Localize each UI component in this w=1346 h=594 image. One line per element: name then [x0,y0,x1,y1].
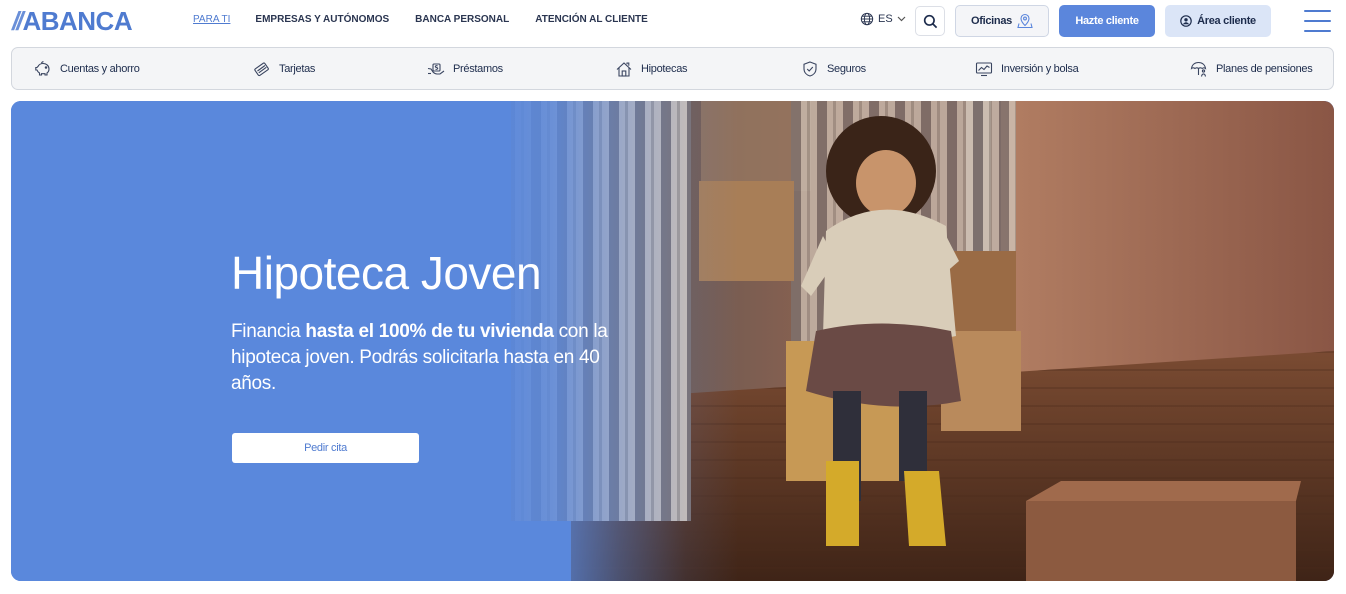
search-icon [923,14,937,28]
menu-line [1304,10,1331,12]
logo-text: ABANCA [22,5,133,36]
hero-title: Hipoteca Joven [231,247,542,299]
hero-description: Financia hasta el 100% de tu vivienda co… [231,319,611,397]
hero-text-pre: Financia [231,321,306,342]
oficinas-label: Oficinas [970,15,1012,27]
products-bar: Cuentas y ahorro Tarjetas Préstamos Hipo… [11,47,1334,90]
product-prestamos[interactable]: Préstamos [427,48,503,89]
top-header: // ABANCA PARA TI EMPRESAS Y AUTÓNOMOS B… [0,0,1346,42]
user-circle-icon [1180,15,1192,27]
hero-text-bold: hasta el 100% de tu vivienda [305,321,554,342]
product-cuentas-ahorro[interactable]: Cuentas y ahorro [34,48,140,89]
nav-para-ti[interactable]: PARA TI [193,14,230,25]
hero-banner: Hipoteca Joven Financia hasta el 100% de… [11,101,1334,581]
globe-icon [860,12,874,26]
product-label: Tarjetas [279,62,316,75]
menu-line [1304,20,1331,22]
product-label: Seguros [827,62,866,75]
area-cliente-button[interactable]: Área cliente [1165,5,1271,37]
umbrella-person-icon [1190,61,1207,77]
product-label: Hipotecas [641,62,688,75]
house-icon [616,61,632,77]
menu-line [1304,30,1331,32]
handshake-money-icon [427,62,445,75]
search-button[interactable] [915,6,945,36]
nav-banca-personal[interactable]: BANCA PERSONAL [415,14,509,25]
pedir-cita-button[interactable]: Pedir cita [232,433,419,463]
abanca-logo[interactable]: // ABANCA [12,5,133,36]
map-pin-icon [1017,13,1033,29]
hazte-cliente-button[interactable]: Hazte cliente [1059,5,1155,37]
product-label: Cuentas y ahorro [60,62,140,75]
main-nav: PARA TI EMPRESAS Y AUTÓNOMOS BANCA PERSO… [193,14,648,25]
product-label: Inversión y bolsa [1001,62,1079,75]
piggy-bank-icon [35,60,50,76]
hamburger-menu-icon[interactable] [1304,10,1331,32]
nav-empresas-autonomos[interactable]: EMPRESAS Y AUTÓNOMOS [255,14,389,25]
card-icon [254,61,269,76]
hero-blue-fade [11,101,1334,581]
area-cliente-label: Área cliente [1197,15,1256,27]
language-selector[interactable]: ES [860,12,906,26]
language-code: ES [878,13,893,25]
chevron-down-icon [897,16,906,22]
nav-atencion-cliente[interactable]: ATENCIÓN AL CLIENTE [535,14,648,25]
product-planes-pensiones[interactable]: Planes de pensiones [1190,48,1313,89]
product-seguros[interactable]: Seguros [801,48,866,89]
product-inversion-bolsa[interactable]: Inversión y bolsa [975,48,1079,89]
oficinas-button[interactable]: Oficinas [955,5,1049,37]
product-label: Préstamos [453,62,503,75]
chart-screen-icon [975,61,993,76]
logo-slashes: // [12,5,24,36]
product-label: Planes de pensiones [1216,62,1313,75]
product-tarjetas[interactable]: Tarjetas [253,48,315,89]
product-hipotecas[interactable]: Hipotecas [615,48,688,89]
shield-check-icon [803,60,817,77]
